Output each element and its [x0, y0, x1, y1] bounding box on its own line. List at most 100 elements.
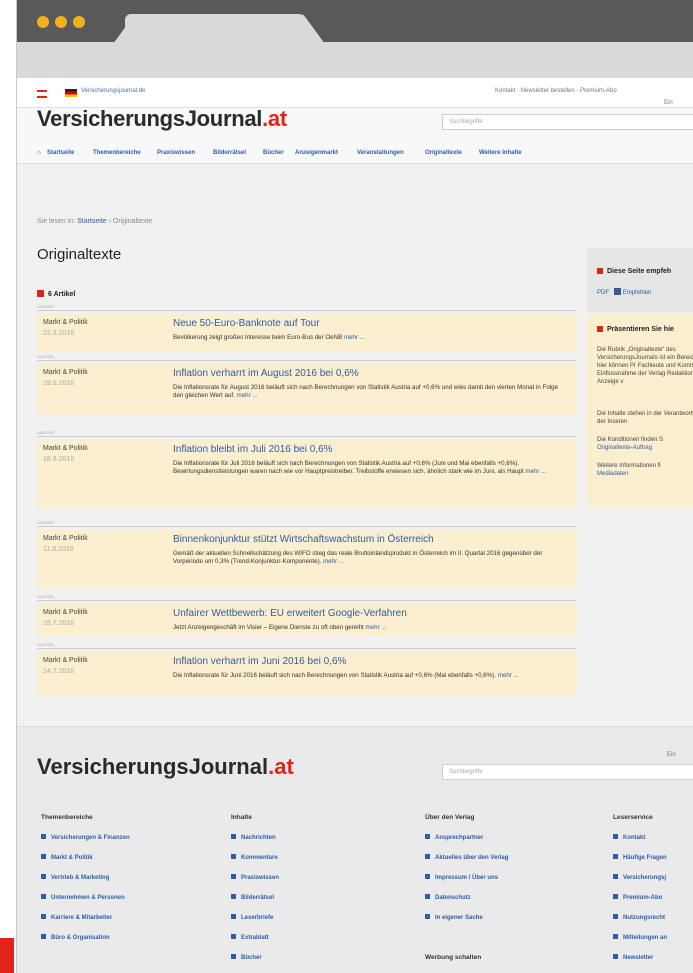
article-title[interactable]: Binnenkonjunktur stützt Wirtschaftswachs…	[173, 534, 434, 545]
advertise-text-4: Weitere Informationen fi Mediadaten	[597, 462, 693, 478]
article-teaser-text: Die Inflationsrate für Juli 2016 beläuft…	[173, 460, 524, 475]
footer-link[interactable]: Mitteilungen an	[613, 934, 667, 941]
article-card[interactable]: Markt & Politik 11.8.2016 Binnenkonjunkt…	[37, 530, 577, 588]
window-close-dot[interactable]	[37, 16, 49, 28]
article-section[interactable]: Markt & Politik	[43, 535, 88, 542]
advertise-text-4-label: Weitere Informationen fi	[597, 463, 661, 469]
browser-window: Versicherungsjournal.de Kontakt · Newsle…	[16, 0, 693, 973]
footer-link[interactable]: In eigener Sache	[425, 914, 483, 921]
site-logo[interactable]: VersicherungsJournal.at	[37, 106, 287, 132]
article-date: 11.8.2016	[43, 546, 74, 553]
footer-link[interactable]: Aktuelles über den Verlag	[425, 854, 508, 861]
footer-logo[interactable]: VersicherungsJournal.at	[37, 754, 294, 780]
breadcrumb-home-link[interactable]: Startseite	[77, 218, 107, 225]
article-card[interactable]: Markt & Politik 22.9.2016 Neue 50-Euro-B…	[37, 314, 577, 352]
nav-item-startseite[interactable]: Startseite	[47, 150, 74, 156]
window-zoom-dot[interactable]	[73, 16, 85, 28]
article-title[interactable]: Inflation verharrt im August 2016 bei 0,…	[173, 368, 359, 379]
breadcrumb: Sie lesen in: Startseite › Originaltexte	[37, 218, 152, 225]
breadcrumb-prefix: Sie lesen in:	[37, 218, 76, 225]
footer-column-title: Inhalte	[231, 814, 252, 821]
footer-link[interactable]: Kontakt	[613, 834, 645, 841]
nav-item-anzeigenmarkt[interactable]: Anzeigenmarkt	[295, 150, 338, 156]
article-title[interactable]: Unfairer Wettbewerb: EU erweitert Google…	[173, 608, 407, 619]
article-card[interactable]: Markt & Politik 19.9.2016 Inflation verh…	[37, 364, 577, 414]
footer-link[interactable]: Bücher	[231, 954, 262, 961]
footer-link[interactable]: Extrablatt	[231, 934, 269, 941]
footer-link[interactable]: Nachrichten	[231, 834, 276, 841]
advertise-text-3: Die Konditionen finden S Originaltexte-Au…	[597, 436, 693, 452]
footer-search-input[interactable]: Suchbegriffe	[442, 764, 693, 780]
sister-site-link[interactable]: Versicherungsjournal.de	[81, 88, 145, 94]
footer-link[interactable]: Versicherungsj	[613, 874, 666, 881]
article-teaser: Die Inflationsrate für August 2016 beläu…	[173, 384, 563, 400]
facebook-icon[interactable]	[614, 288, 622, 295]
decorative-red-block	[0, 938, 14, 973]
footer-link[interactable]: Büro & Organisation	[41, 934, 110, 941]
share-links: PDF Empfehlen	[597, 288, 651, 296]
article-title[interactable]: Inflation bleibt im Juli 2016 bei 0,6%	[173, 444, 333, 455]
footer-link[interactable]: Leserbriefe	[231, 914, 273, 921]
more-link[interactable]: mehr ...	[323, 558, 344, 565]
footer-logo-tld: .at	[268, 754, 294, 779]
footer-link[interactable]: Nutzungsrecht	[613, 914, 665, 921]
advertise-text-3-label: Die Konditionen finden S	[597, 437, 664, 443]
article-card[interactable]: Markt & Politik 18.8.2016 Inflation blei…	[37, 440, 577, 508]
article-section[interactable]: Markt & Politik	[43, 319, 88, 326]
article-section[interactable]: Markt & Politik	[43, 657, 88, 664]
footer-link[interactable]: Impressum / Über uns	[425, 874, 498, 881]
footer-link[interactable]: Ansprechpartner	[425, 834, 483, 841]
more-link[interactable]: mehr ...	[525, 468, 546, 475]
browser-tab[interactable]	[125, 14, 305, 44]
footer-link[interactable]: Versicherungen & Finanzen	[41, 834, 130, 841]
footer-link[interactable]: Unternehmen & Personen	[41, 894, 125, 901]
footer-link[interactable]: Bilderrätsel	[231, 894, 274, 901]
article-title[interactable]: Neue 50-Euro-Banknote auf Tour	[173, 318, 320, 329]
footer-link[interactable]: Karriere & Mitarbeiter	[41, 914, 112, 921]
footer-link[interactable]: Kommentare	[231, 854, 278, 861]
footer-link[interactable]: Markt & Politik	[41, 854, 93, 861]
article-card[interactable]: Markt & Politik 19.7.2016 Unfairer Wettb…	[37, 604, 577, 636]
window-minimize-dot[interactable]	[55, 16, 67, 28]
article-card[interactable]: Markt & Politik 14.7.2016 Inflation verh…	[37, 652, 577, 696]
article-section[interactable]: Markt & Politik	[43, 369, 88, 376]
more-link[interactable]: mehr ...	[344, 334, 365, 341]
search-input[interactable]: Suchbegriffe	[442, 114, 693, 130]
divider-label: ANZEIGE	[37, 304, 55, 309]
facebook-share-link[interactable]: Empfehlen	[623, 290, 652, 296]
nav-item-originaltexte[interactable]: Originaltexte	[425, 150, 462, 156]
article-title[interactable]: Inflation verharrt im Juni 2016 bei 0,6%	[173, 656, 346, 667]
divider: ANZEIGE	[37, 354, 577, 361]
originaltexte-order-link[interactable]: Originaltexte-Auftrag	[597, 445, 652, 451]
footer-link[interactable]: Newsletter	[613, 954, 653, 961]
header-login-link[interactable]: Ein	[664, 100, 673, 106]
article-teaser: Bevölkerung zeigt großes Interesse beim …	[173, 334, 563, 342]
footer-link[interactable]: Premium-Abo	[613, 894, 662, 901]
nav-item-buecher[interactable]: Bücher	[263, 150, 284, 156]
home-icon[interactable]: ⌂	[37, 150, 41, 156]
pdf-link[interactable]: PDF	[597, 290, 609, 296]
article-section[interactable]: Markt & Politik	[43, 445, 88, 452]
main-navigation: ⌂ Startseite Themenbereiche Praxiswissen…	[17, 142, 693, 164]
article-date: 22.9.2016	[43, 330, 75, 337]
advertise-box: Präsentieren Sie hie Die Rubrik „Origina…	[587, 314, 693, 508]
more-link[interactable]: mehr ...	[498, 672, 519, 679]
mediadaten-link[interactable]: Mediadaten	[597, 471, 628, 477]
nav-item-praxiswissen[interactable]: Praxiswissen	[157, 150, 195, 156]
utility-links[interactable]: Kontakt · Newsletter bestellen · Premium…	[495, 88, 617, 94]
nav-item-bilderraetsel[interactable]: Bilderrätsel	[213, 150, 246, 156]
footer-link[interactable]: Praxiswissen	[231, 874, 279, 881]
footer-link[interactable]: Datenschutz	[425, 894, 471, 901]
footer-link[interactable]: Vertrieb & Marketing	[41, 874, 109, 881]
footer-login-link[interactable]: Ein	[667, 752, 676, 758]
article-date: 18.8.2016	[43, 456, 75, 463]
more-link[interactable]: mehr ...	[366, 624, 387, 631]
top-utility-bar: Versicherungsjournal.de Kontakt · Newsle…	[17, 78, 693, 108]
nav-item-veranstaltungen[interactable]: Veranstaltungen	[357, 150, 404, 156]
menu-icon[interactable]	[37, 90, 47, 98]
more-link[interactable]: mehr ...	[237, 392, 258, 399]
article-section[interactable]: Markt & Politik	[43, 609, 88, 616]
footer-link[interactable]: Häufige Fragen	[613, 854, 667, 861]
nav-item-weitere-inhalte[interactable]: Weitere Inhalte	[479, 150, 522, 156]
nav-item-themenbereiche[interactable]: Themenbereiche	[93, 150, 141, 156]
